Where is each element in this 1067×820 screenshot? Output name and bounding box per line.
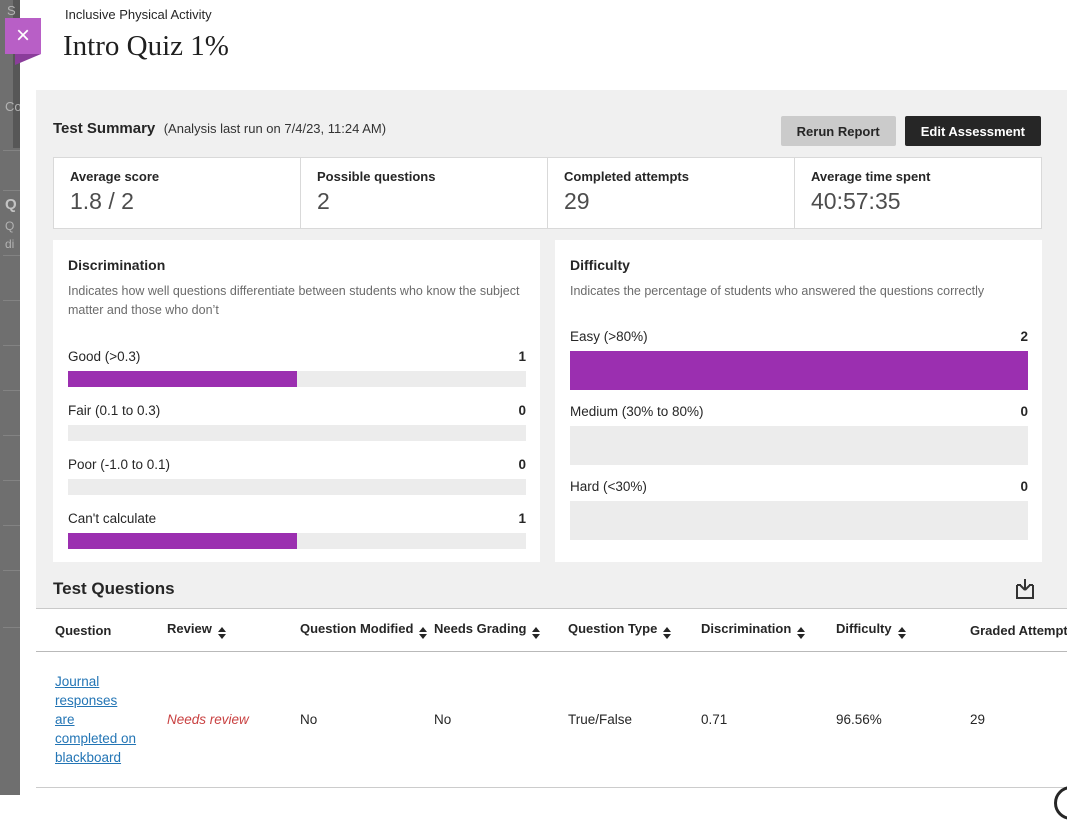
underlying-text-fragment: Q [5, 196, 17, 213]
rerun-report-button[interactable]: Rerun Report [781, 116, 896, 146]
stat-completed-attempts: Completed attempts 29 [548, 158, 795, 228]
page-title: Intro Quiz 1% [63, 30, 229, 63]
underlying-text-fragment: Q [5, 219, 14, 233]
test-summary-heading: Test Summary (Analysis last run on 7/4/2… [53, 120, 386, 138]
bar-hard: Hard (<30%) 0 [570, 479, 1028, 540]
column-header-difficulty[interactable]: Difficulty [836, 621, 970, 639]
column-header-question-type[interactable]: Question Type [568, 621, 701, 639]
sort-icon[interactable] [218, 627, 226, 639]
bar-count: 1 [518, 511, 526, 526]
underlying-text-fragment: di [5, 237, 14, 251]
download-icon[interactable] [1013, 577, 1037, 601]
divider [3, 255, 20, 256]
panel-title: Discrimination [68, 257, 526, 273]
underlying-text-fragment: Co [5, 99, 20, 114]
section-title: Test Summary [53, 120, 155, 137]
discrimination-cell: 0.71 [701, 712, 836, 727]
test-summary-section: Test Summary (Analysis last run on 7/4/2… [36, 90, 1067, 608]
stat-possible-questions: Possible questions 2 [301, 158, 548, 228]
divider [3, 570, 20, 571]
divider [3, 525, 20, 526]
divider [3, 480, 20, 481]
close-button[interactable]: × [5, 18, 41, 54]
divider [3, 300, 20, 301]
bar-good: Good (>0.3) 1 [68, 349, 526, 387]
bar-count: 1 [518, 349, 526, 364]
divider [3, 345, 20, 346]
graded-attempts-cell: 29 [970, 712, 1067, 727]
sort-icon[interactable] [663, 627, 671, 639]
column-header-discrimination[interactable]: Discrimination [701, 621, 836, 639]
column-header-question-modified[interactable]: Question Modified [300, 621, 434, 639]
close-button-fold [15, 54, 41, 65]
sort-icon[interactable] [797, 627, 805, 639]
needs-grading-cell: No [434, 712, 568, 727]
bar-poor: Poor (-1.0 to 0.1) 0 [68, 457, 526, 495]
bar-count: 0 [518, 403, 526, 418]
column-header-graded-attempts: Graded Attempts [970, 623, 1067, 638]
divider [3, 627, 20, 628]
stat-average-time-spent: Average time spent 40:57:35 [795, 158, 1041, 228]
bar-easy: Easy (>80%) 2 [570, 329, 1028, 390]
test-questions-heading: Test Questions [53, 579, 175, 599]
bar-count: 0 [1020, 479, 1028, 494]
stat-average-score: Average score 1.8 / 2 [54, 158, 301, 228]
discrimination-panel: Discrimination Indicates how well questi… [53, 240, 540, 562]
divider [3, 435, 20, 436]
column-header-needs-grading[interactable]: Needs Grading [434, 621, 568, 639]
table-header-row: Question Review Question Modified Needs … [36, 609, 1067, 652]
bar-count: 0 [1020, 404, 1028, 419]
sort-icon[interactable] [532, 627, 540, 639]
divider [3, 390, 20, 391]
question-modified-cell: No [300, 712, 434, 727]
page-overlay-strip: S Co Q Q di [0, 0, 20, 795]
bar-medium: Medium (30% to 80%) 0 [570, 404, 1028, 465]
summary-stats-row: Average score 1.8 / 2 Possible questions… [53, 157, 1042, 229]
breadcrumb: Inclusive Physical Activity [65, 7, 212, 22]
test-questions-table: Question Review Question Modified Needs … [36, 608, 1067, 788]
table-row: Journal responses are completed on black… [36, 652, 1067, 788]
analysis-last-run: (Analysis last run on 7/4/23, 11:24 AM) [164, 121, 386, 136]
edit-assessment-button[interactable]: Edit Assessment [905, 116, 1041, 146]
panel-description: Indicates how well questions differentia… [68, 282, 526, 321]
bar-fair: Fair (0.1 to 0.3) 0 [68, 403, 526, 441]
difficulty-cell: 96.56% [836, 712, 970, 727]
question-type-cell: True/False [568, 712, 701, 727]
question-link[interactable]: Journal responses are completed on black… [55, 672, 137, 767]
help-button[interactable] [1054, 786, 1067, 820]
review-cell: Needs review [167, 712, 300, 727]
divider [3, 150, 20, 151]
underlying-text-fragment: S [7, 3, 16, 18]
question-cell: Journal responses are completed on black… [55, 672, 167, 767]
panel-title: Difficulty [570, 257, 1028, 273]
bar-count: 0 [518, 457, 526, 472]
sort-icon[interactable] [898, 627, 906, 639]
bar-cant-calculate: Can't calculate 1 [68, 511, 526, 549]
needs-review-flag: Needs review [167, 712, 249, 727]
column-header-review[interactable]: Review [167, 621, 300, 639]
panel-description: Indicates the percentage of students who… [570, 282, 1028, 301]
report-panel: Inclusive Physical Activity Intro Quiz 1… [20, 0, 1067, 795]
divider [3, 190, 20, 191]
bar-count: 2 [1020, 329, 1028, 344]
column-header-question: Question [55, 623, 167, 638]
sort-icon[interactable] [419, 627, 427, 639]
difficulty-panel: Difficulty Indicates the percentage of s… [555, 240, 1042, 562]
